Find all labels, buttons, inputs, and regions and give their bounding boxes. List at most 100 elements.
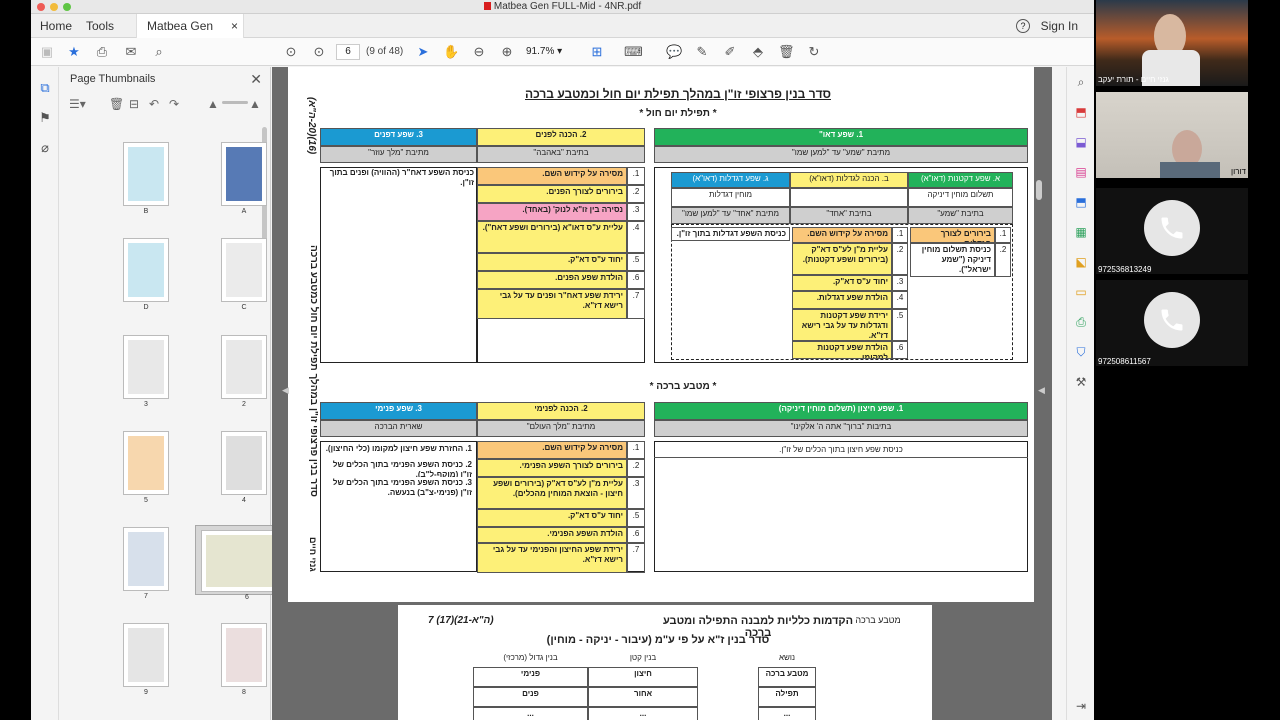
video-tile-1[interactable]: גנזי חיים - תורת יעקב xyxy=(1096,0,1248,86)
page7-cell: חיצון xyxy=(588,667,698,687)
thumbnail-label: 2 xyxy=(242,401,246,408)
rotate-icon[interactable]: ↻ xyxy=(806,44,822,60)
video-tile-2[interactable]: דורון xyxy=(1096,92,1248,178)
redo-icon[interactable]: ↷ xyxy=(169,97,179,111)
page-thumbnail[interactable] xyxy=(221,623,267,687)
t1-header-right: 3. שפע דפנים xyxy=(320,128,477,146)
enlarge-thumbnails-icon[interactable]: ▲ xyxy=(249,97,261,111)
page-thumbnail[interactable] xyxy=(221,335,267,399)
help-icon[interactable]: ? xyxy=(1016,19,1030,33)
thumbnail-preview xyxy=(128,147,164,201)
edit-pdf-icon[interactable]: ▤ xyxy=(1074,165,1088,179)
fit-page-icon[interactable]: ⊞ xyxy=(589,44,605,60)
more-tools-icon[interactable]: ⚒ xyxy=(1074,375,1088,389)
collapse-right-icon[interactable]: ◀ xyxy=(1038,385,1045,396)
thumbnail-label: B xyxy=(143,208,149,215)
tab-document[interactable]: Matbea Gen FULL...× xyxy=(136,14,244,57)
shrink-thumbnails-icon[interactable]: ▲ xyxy=(207,97,219,111)
comment-tool-icon[interactable]: ▭ xyxy=(1074,285,1088,299)
zoom-out-icon[interactable]: ⊖ xyxy=(471,44,487,60)
t1-b-row-num: 4. xyxy=(892,291,908,309)
delete-icon[interactable]: 🗑 xyxy=(778,44,795,60)
tab-tools[interactable]: Tools xyxy=(86,14,114,38)
page-thumbnail[interactable] xyxy=(123,238,169,302)
phone-icon xyxy=(1144,200,1200,256)
page-count: (9 of 48) xyxy=(366,46,404,57)
expand-rail-icon[interactable]: ⇥ xyxy=(1074,699,1088,713)
thumbnails-icon[interactable]: ⧉ xyxy=(38,81,52,95)
hand-tool-icon[interactable]: ✋ xyxy=(443,44,459,60)
page-thumbnail[interactable] xyxy=(123,142,169,206)
page-thumbnail[interactable] xyxy=(123,527,169,591)
t1-a-row-num: 2. xyxy=(995,243,1011,277)
t2-mid-row-num: 5. xyxy=(627,509,645,527)
select-tool-icon[interactable]: ➤ xyxy=(415,44,431,60)
t1-a-row-text: בירורים לצורך הגדלות. xyxy=(910,227,995,243)
scan-icon[interactable]: ⬕ xyxy=(1074,255,1088,269)
print-icon[interactable]: ⎙ xyxy=(94,44,110,60)
page7-corner: מטבע ברכה xyxy=(855,615,901,625)
highlight-icon[interactable]: ✎ xyxy=(694,44,710,60)
next-page-icon[interactable]: ⊙ xyxy=(311,44,327,60)
phone-tile-1[interactable]: 972536813249 xyxy=(1096,188,1248,274)
zoom-select[interactable]: 91.7% ▾ xyxy=(526,44,574,60)
delete-page-icon[interactable]: 🗑 xyxy=(109,97,124,111)
participant-name-1: גנזי חיים - תורת יעקב xyxy=(1098,75,1169,84)
t1-mid-row-num: 4. xyxy=(627,221,645,253)
bookmark-icon[interactable]: ⚑ xyxy=(38,111,52,125)
page7-cell: ... xyxy=(758,707,816,720)
t2-right-row: 2. כניסת השפע הפנימי בתוך הכלים של זו"ן … xyxy=(332,460,472,477)
search-icon[interactable]: ⌕ xyxy=(151,44,167,60)
page-number-input[interactable]: 6 xyxy=(336,44,360,60)
page-thumbnail[interactable] xyxy=(221,431,267,495)
page-thumbnail[interactable] xyxy=(123,335,169,399)
phone-tile-2[interactable]: 972508611567 xyxy=(1096,280,1248,366)
attachment-icon[interactable]: ⌀ xyxy=(38,141,52,155)
close-panel-icon[interactable]: ✕ xyxy=(250,71,262,88)
thumbnail-label: 6 xyxy=(245,594,249,601)
comment-icon[interactable]: 💬 xyxy=(666,44,682,60)
page-thumbnail[interactable] xyxy=(221,142,267,206)
stamp-icon[interactable]: ⬘ xyxy=(750,44,766,60)
star-icon[interactable]: ★ xyxy=(66,44,82,60)
t1-mid-row-num: 6. xyxy=(627,271,645,289)
document-scrollbar[interactable] xyxy=(1036,180,1042,200)
t1-a-row-num: 1. xyxy=(995,227,1011,243)
t1-sub-right: מתיבת "מלך עוזר" xyxy=(320,146,477,163)
keyboard-icon[interactable]: ⌨ xyxy=(624,44,643,60)
save-icon[interactable]: ▣ xyxy=(39,44,55,60)
tab-home[interactable]: Home xyxy=(40,14,72,38)
create-pdf-icon[interactable]: ⬓ xyxy=(1074,135,1088,149)
sign-in-button[interactable]: Sign In xyxy=(1041,14,1078,38)
t1-c-1: מוחין דגדלות xyxy=(671,188,790,207)
t2-mid-row-text: הולדת השפע הפנימי. xyxy=(477,527,627,543)
document-viewer[interactable]: סדר בנין פרצופי זו"ן במהלך תפילת יום חול… xyxy=(272,67,1052,720)
t2-header-mid: 2. הכנה לפנימי xyxy=(477,402,645,420)
draw-icon[interactable]: ✐ xyxy=(722,44,738,60)
search-tool-icon[interactable]: ⌕ xyxy=(1074,75,1088,89)
pdf-icon xyxy=(483,2,491,10)
page-thumbnail[interactable] xyxy=(221,238,267,302)
options-icon[interactable]: ☰▾ xyxy=(69,97,86,111)
thumbnail-label: 4 xyxy=(242,497,246,504)
extract-icon[interactable]: ⊟ xyxy=(129,97,139,111)
export-pdf-icon[interactable]: ⬒ xyxy=(1074,105,1088,119)
mail-icon[interactable]: ✉ xyxy=(123,44,139,60)
close-tab-icon[interactable]: × xyxy=(231,14,238,38)
t2-mid-row-num: 2. xyxy=(627,459,645,477)
t2-mid-row-text: ירידת שפע החיצון והפנימי עד על גבי רישא … xyxy=(477,543,627,573)
organize-icon[interactable]: ▦ xyxy=(1074,225,1088,239)
protect-icon[interactable]: ⛉ xyxy=(1074,345,1088,359)
zoom-in-icon[interactable]: ⊕ xyxy=(499,44,515,60)
collapse-left-icon[interactable]: ◀ xyxy=(282,385,289,396)
page-thumbnail[interactable] xyxy=(123,623,169,687)
print-production-icon[interactable]: ⎙ xyxy=(1074,315,1088,329)
page-thumbnail[interactable] xyxy=(123,431,169,495)
previous-page-icon[interactable]: ⊙ xyxy=(283,44,299,60)
t2-header-right: 3. שפע פנימי xyxy=(320,402,477,420)
section-weekday-prayer: * תפילת יום חול * xyxy=(639,108,717,119)
thumbnail-size-slider[interactable] xyxy=(222,101,248,104)
participant-name-2: דורון xyxy=(1231,167,1246,176)
undo-icon[interactable]: ↶ xyxy=(149,97,159,111)
export-icon[interactable]: ⬒ xyxy=(1074,195,1088,209)
